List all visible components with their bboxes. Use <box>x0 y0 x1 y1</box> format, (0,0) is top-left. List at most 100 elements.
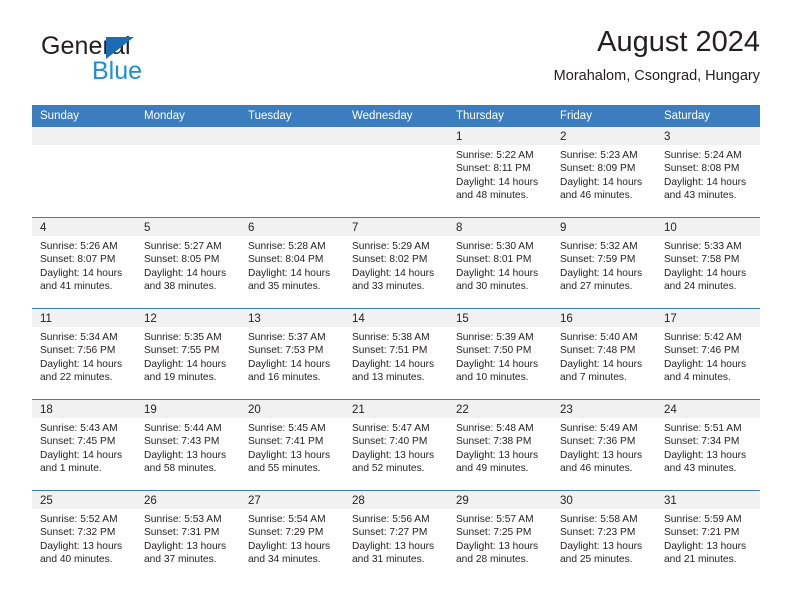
daylight-text-line1: Daylight: 13 hours <box>456 449 539 461</box>
daylight-text-line2: and 4 minutes. <box>664 372 731 384</box>
sunrise-text: Sunrise: 5:59 AM <box>664 514 742 525</box>
calendar-day-cell[interactable]: 21 Sunrise: 5:47 AM Sunset: 7:40 PM Dayligh… <box>344 400 448 490</box>
calendar-day-cell[interactable]: 20 Sunrise: 5:45 AM Sunset: 7:41 PM Dayligh… <box>240 400 344 490</box>
daylight-text-line2: and 58 minutes. <box>144 463 217 475</box>
day-number: 25 <box>40 495 53 507</box>
triangle-icon <box>106 37 134 59</box>
daylight-text-line1: Daylight: 13 hours <box>144 449 227 461</box>
day-number-band: 25 <box>32 491 136 509</box>
sunset-text: Sunset: 7:21 PM <box>664 527 740 539</box>
weekday-header-wednesday: Wednesday <box>352 110 413 122</box>
sunrise-text: Sunrise: 5:30 AM <box>456 241 534 252</box>
calendar-day-cell[interactable]: 31 Sunrise: 5:59 AM Sunset: 7:21 PM Dayligh… <box>656 491 760 581</box>
calendar-day-cell[interactable]: 11 Sunrise: 5:34 AM Sunset: 7:56 PM Dayligh… <box>32 309 136 399</box>
sunset-text: Sunset: 7:29 PM <box>248 527 324 539</box>
sunrise-text: Sunrise: 5:53 AM <box>144 514 222 525</box>
calendar-day-cell[interactable]: 15 Sunrise: 5:39 AM Sunset: 7:50 PM Dayligh… <box>448 309 552 399</box>
sunset-text: Sunset: 8:02 PM <box>352 254 428 266</box>
daylight-text-line2: and 1 minute. <box>40 463 102 475</box>
calendar-day-cell[interactable]: 25 Sunrise: 5:52 AM Sunset: 7:32 PM Dayligh… <box>32 491 136 581</box>
calendar-day-cell[interactable]: 1 Sunrise: 5:22 AM Sunset: 8:11 PM Daylight… <box>448 127 552 217</box>
sunrise-text: Sunrise: 5:44 AM <box>144 423 222 434</box>
calendar-day-cell[interactable]: 2 Sunrise: 5:23 AM Sunset: 8:09 PM Daylight… <box>552 127 656 217</box>
calendar-day-cell[interactable]: 12 Sunrise: 5:35 AM Sunset: 7:55 PM Dayligh… <box>136 309 240 399</box>
calendar-day-cell[interactable]: 4 Sunrise: 5:26 AM Sunset: 8:07 PM Daylight… <box>32 218 136 308</box>
sunrise-text: Sunrise: 5:23 AM <box>560 150 638 161</box>
daylight-text-line2: and 22 minutes. <box>40 372 113 384</box>
day-number: 19 <box>144 404 157 416</box>
calendar-day-cell[interactable]: 3 Sunrise: 5:24 AM Sunset: 8:08 PM Daylight… <box>656 127 760 217</box>
day-number-band: 17 <box>656 309 760 327</box>
title-block: August 2024 Morahalom, Csongrad, Hungary <box>554 26 760 86</box>
daylight-text-line1: Daylight: 13 hours <box>40 540 123 552</box>
daylight-text-line1: Daylight: 14 hours <box>664 267 747 279</box>
daylight-text-line1: Daylight: 14 hours <box>144 267 227 279</box>
daylight-text-line1: Daylight: 13 hours <box>144 540 227 552</box>
calendar-day-cell[interactable]: 16 Sunrise: 5:40 AM Sunset: 7:48 PM Dayligh… <box>552 309 656 399</box>
calendar-day-cell[interactable]: 18 Sunrise: 5:43 AM Sunset: 7:45 PM Dayligh… <box>32 400 136 490</box>
brand-logo[interactable]: General Blue <box>32 34 252 90</box>
calendar-day-cell[interactable]: 27 Sunrise: 5:54 AM Sunset: 7:29 PM Dayligh… <box>240 491 344 581</box>
sunrise-text: Sunrise: 5:27 AM <box>144 241 222 252</box>
sunset-text: Sunset: 7:53 PM <box>248 345 324 357</box>
calendar-day-cell-empty <box>32 127 136 217</box>
calendar-day-cell[interactable]: 8 Sunrise: 5:30 AM Sunset: 8:01 PM Daylight… <box>448 218 552 308</box>
calendar-day-cell[interactable]: 13 Sunrise: 5:37 AM Sunset: 7:53 PM Dayligh… <box>240 309 344 399</box>
day-sun-info: Sunrise: 5:23 AM Sunset: 8:09 PM Daylight:… <box>552 145 656 203</box>
daylight-text-line2: and 43 minutes. <box>664 190 737 202</box>
day-sun-info: Sunrise: 5:49 AM Sunset: 7:36 PM Daylight:… <box>552 418 656 476</box>
day-number-band: 6 <box>240 218 344 236</box>
day-number-band: 5 <box>136 218 240 236</box>
day-number: 14 <box>352 313 365 325</box>
calendar-day-cell[interactable]: 23 Sunrise: 5:49 AM Sunset: 7:36 PM Dayligh… <box>552 400 656 490</box>
calendar-day-cell[interactable]: 30 Sunrise: 5:58 AM Sunset: 7:23 PM Dayligh… <box>552 491 656 581</box>
daylight-text-line2: and 52 minutes. <box>352 463 425 475</box>
calendar-day-cell[interactable]: 10 Sunrise: 5:33 AM Sunset: 7:58 PM Dayligh… <box>656 218 760 308</box>
sunrise-text: Sunrise: 5:32 AM <box>560 241 638 252</box>
day-number-band: 28 <box>344 491 448 509</box>
calendar-day-cell[interactable]: 14 Sunrise: 5:38 AM Sunset: 7:51 PM Dayligh… <box>344 309 448 399</box>
daylight-text-line2: and 10 minutes. <box>456 372 529 384</box>
sunrise-text: Sunrise: 5:54 AM <box>248 514 326 525</box>
calendar-grid: Sunday Monday Tuesday Wednesday Thursday… <box>32 105 760 581</box>
day-sun-info: Sunrise: 5:52 AM Sunset: 7:32 PM Daylight:… <box>32 509 136 567</box>
daylight-text-line1: Daylight: 14 hours <box>560 176 643 188</box>
day-number-band: 24 <box>656 400 760 418</box>
page-subtitle: Morahalom, Csongrad, Hungary <box>553 68 760 85</box>
day-sun-info: Sunrise: 5:48 AM Sunset: 7:38 PM Daylight:… <box>448 418 552 476</box>
daylight-text-line1: Daylight: 13 hours <box>248 540 331 552</box>
sunrise-text: Sunrise: 5:57 AM <box>456 514 534 525</box>
daylight-text-line1: Daylight: 13 hours <box>664 449 747 461</box>
sunrise-text: Sunrise: 5:37 AM <box>248 332 326 343</box>
sunset-text: Sunset: 7:23 PM <box>560 527 636 539</box>
sunset-text: Sunset: 7:25 PM <box>456 527 532 539</box>
sunset-text: Sunset: 7:58 PM <box>664 254 740 266</box>
daylight-text-line1: Daylight: 14 hours <box>248 358 331 370</box>
daylight-text-line2: and 31 minutes. <box>352 554 425 566</box>
daylight-text-line1: Daylight: 14 hours <box>560 358 643 370</box>
calendar-day-cell[interactable]: 6 Sunrise: 5:28 AM Sunset: 8:04 PM Daylight… <box>240 218 344 308</box>
calendar-day-cell[interactable]: 28 Sunrise: 5:56 AM Sunset: 7:27 PM Dayligh… <box>344 491 448 581</box>
daylight-text-line2: and 33 minutes. <box>352 281 425 293</box>
sunrise-text: Sunrise: 5:51 AM <box>664 423 742 434</box>
calendar-day-cell[interactable]: 17 Sunrise: 5:42 AM Sunset: 7:46 PM Dayligh… <box>656 309 760 399</box>
day-number-band: 29 <box>448 491 552 509</box>
calendar-week-row: 25 Sunrise: 5:52 AM Sunset: 7:32 PM Dayligh… <box>32 490 760 581</box>
sunset-text: Sunset: 7:38 PM <box>456 436 532 448</box>
day-number: 15 <box>456 313 469 325</box>
calendar-day-cell[interactable]: 5 Sunrise: 5:27 AM Sunset: 8:05 PM Daylight… <box>136 218 240 308</box>
calendar-day-cell[interactable]: 24 Sunrise: 5:51 AM Sunset: 7:34 PM Dayligh… <box>656 400 760 490</box>
day-sun-info: Sunrise: 5:40 AM Sunset: 7:48 PM Daylight:… <box>552 327 656 385</box>
calendar-day-cell[interactable]: 9 Sunrise: 5:32 AM Sunset: 7:59 PM Daylight… <box>552 218 656 308</box>
calendar-day-cell[interactable]: 29 Sunrise: 5:57 AM Sunset: 7:25 PM Dayligh… <box>448 491 552 581</box>
calendar-day-cell[interactable]: 7 Sunrise: 5:29 AM Sunset: 8:02 PM Daylight… <box>344 218 448 308</box>
calendar-day-cell[interactable]: 26 Sunrise: 5:53 AM Sunset: 7:31 PM Dayligh… <box>136 491 240 581</box>
day-sun-info: Sunrise: 5:44 AM Sunset: 7:43 PM Daylight:… <box>136 418 240 476</box>
calendar-day-cell[interactable]: 19 Sunrise: 5:44 AM Sunset: 7:43 PM Dayligh… <box>136 400 240 490</box>
calendar-day-cell[interactable]: 22 Sunrise: 5:48 AM Sunset: 7:38 PM Dayligh… <box>448 400 552 490</box>
day-number: 28 <box>352 495 365 507</box>
day-sun-info: Sunrise: 5:29 AM Sunset: 8:02 PM Daylight:… <box>344 236 448 294</box>
day-number: 12 <box>144 313 157 325</box>
day-sun-info: Sunrise: 5:33 AM Sunset: 7:58 PM Daylight:… <box>656 236 760 294</box>
weekday-header-thursday: Thursday <box>456 110 504 122</box>
